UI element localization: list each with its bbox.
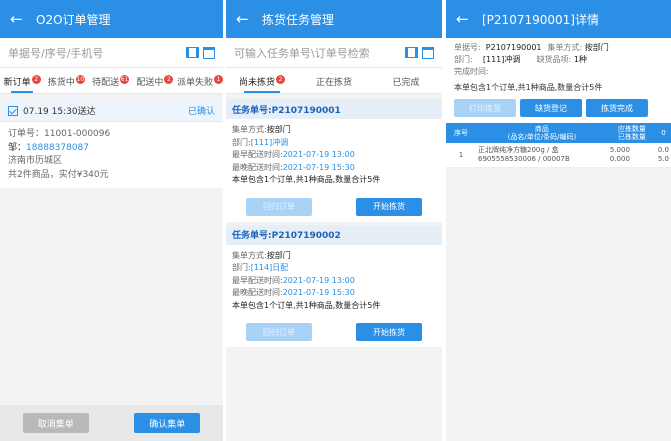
tab-badge: 2: [31, 75, 41, 84]
bottom-action-bar: 取消集单 确认集单: [0, 405, 223, 441]
task-summary: 本单包含1个订单,共1种商品,数量合计5件: [232, 300, 381, 310]
doc-number: P2107190001: [485, 43, 542, 52]
select-checkbox[interactable]: [8, 105, 18, 116]
lack-items: 1种: [573, 55, 587, 64]
confirm-collect-button[interactable]: 确认集单: [134, 413, 201, 433]
latest-time: 2021-07-19 15:30: [282, 162, 355, 172]
order-summary: 共2件商品，实付¥340元: [8, 169, 109, 180]
tab-dispatch-failed[interactable]: 派单失败 1: [177, 75, 223, 93]
order-card[interactable]: 订单号：11001-000096 邹：18888378087 济南市历城区 共2…: [0, 122, 223, 188]
task-number: 任务单号:P2107190002: [226, 224, 442, 245]
tab-not-picked[interactable]: 尚未拣货 2: [226, 75, 298, 93]
task-actions: 回归订单 开始拣货: [226, 317, 442, 347]
return-order-button[interactable]: 回归订单: [246, 197, 312, 216]
search-input[interactable]: 单据号/序号/手机号: [8, 45, 186, 61]
page-title: O2O订单管理: [36, 12, 111, 27]
search-input[interactable]: 可输入任务单号\订单号检索: [234, 45, 405, 61]
scan-icon[interactable]: [405, 46, 418, 58]
start-picking-button[interactable]: 开始拣货: [356, 197, 422, 216]
contact-name: 邹：: [8, 142, 27, 153]
order-tabs: 新订单 2 拣货中 10 待配送 61 配送中 2 派单失败 1: [0, 68, 223, 94]
detail-info: 单据号: P2107190001 集单方式: 按部门 部门: [111]冲调 缺货…: [446, 38, 671, 82]
tab-badge: 2: [164, 75, 174, 84]
start-picking-button[interactable]: 开始拣货: [356, 323, 422, 341]
earliest-time: 2021-07-19 13:00: [282, 150, 355, 159]
collect-mode: 按部门: [266, 125, 291, 134]
task-details: 集单方式:按部门 部门:[111]冲调 最早配送时间:2021-07-19 13…: [226, 119, 442, 192]
col-qty: 应拣数量 已拣数量: [607, 123, 656, 143]
order-status: 已确认: [187, 107, 215, 117]
app-bar: ← 拣货任务管理: [226, 0, 442, 38]
app-bar: ← [P2107190001]详情: [446, 0, 671, 38]
tab-badge: 10: [75, 75, 85, 84]
table-header: 序号 商品 (品名/单位/条码/编码) 应拣数量 已拣数量 0: [446, 123, 671, 143]
tab-badge: 61: [120, 75, 130, 84]
detail-summary: 本单包含1个订单,共1种商品,数量合计5件: [446, 82, 671, 97]
tab-badge: 1: [214, 75, 223, 84]
tab-completed[interactable]: 已完成: [370, 75, 442, 93]
search-bar: 可输入任务单号\订单号检索: [226, 38, 442, 68]
task-card[interactable]: 任务单号:P2107190001 集单方式:按部门 部门:[111]冲调 最早配…: [226, 99, 442, 222]
tab-pending-delivery[interactable]: 待配送 61: [89, 75, 133, 93]
page-title: [P2107190001]详情: [482, 12, 599, 27]
address: 济南市历城区: [8, 156, 63, 166]
row-qty: 5.000 0.000: [607, 143, 656, 168]
calendar-icon[interactable]: [203, 46, 215, 59]
back-arrow-icon[interactable]: ←: [10, 11, 23, 27]
scan-icon[interactable]: [186, 46, 199, 58]
task-number: 任务单号:P2107190001: [226, 99, 442, 119]
phone-link[interactable]: 18888378087: [26, 143, 89, 153]
delivery-time: 07.19 15:30送达: [23, 107, 96, 117]
department: [111]冲调: [482, 55, 521, 64]
latest-time: 2021-07-19 15:30: [282, 288, 355, 297]
task-card[interactable]: 任务单号:P2107190002 集单方式:按部门 部门:[114]日配 最早配…: [226, 224, 442, 347]
order-manage-screen: ← O2O订单管理 单据号/序号/手机号 新订单 2 拣货中 10 待配送 61 配送…: [0, 0, 223, 441]
page-title: 拣货任务管理: [262, 12, 335, 27]
picking-complete-button[interactable]: 拣货完成: [586, 99, 648, 117]
back-arrow-icon[interactable]: ←: [236, 11, 249, 27]
calendar-icon[interactable]: [422, 46, 434, 59]
tab-delivering[interactable]: 配送中 2: [133, 75, 177, 93]
earliest-time: 2021-07-19 13:00: [282, 275, 355, 285]
back-arrow-icon[interactable]: ←: [456, 11, 469, 27]
tab-picking[interactable]: 拣货中 10: [44, 75, 88, 93]
row-extra: 0.0 5.0: [655, 143, 671, 168]
finish-time: 完成时间:: [454, 67, 489, 76]
task-summary: 本单包含1个订单,共1种商品,数量合计5件: [232, 175, 381, 184]
department: [111]冲调: [250, 137, 289, 147]
app-bar: ← O2O订单管理: [0, 0, 223, 38]
task-detail-screen: ← [P2107190001]详情 单据号: P2107190001 集单方式: …: [446, 0, 671, 441]
task-details: 集单方式:按部门 部门:[114]日配 最早配送时间:2021-07-19 13…: [226, 244, 442, 317]
task-tabs: 尚未拣货 2 正在拣货 已完成: [226, 68, 442, 94]
detail-actions: 打印拣货 缺货登记 拣货完成: [446, 97, 671, 123]
col-extra: 0: [655, 123, 671, 143]
order-card-header[interactable]: 07.19 15:30送达 已确认: [0, 100, 223, 122]
return-order-button[interactable]: 回归订单: [246, 323, 312, 341]
cancel-collect-button[interactable]: 取消集单: [22, 413, 89, 433]
order-number: 订单号：11001-000096: [8, 129, 111, 139]
row-index: 1: [446, 143, 476, 168]
shortage-register-button[interactable]: 缺货登记: [520, 99, 582, 117]
col-goods: 商品 (品名/单位/条码/编码): [476, 123, 608, 143]
tab-new-order[interactable]: 新订单 2: [0, 75, 44, 93]
collect-mode: 按部门: [584, 43, 609, 52]
department: [114]日配: [250, 263, 289, 272]
search-bar: 单据号/序号/手机号: [0, 38, 223, 68]
col-index: 序号: [446, 123, 476, 143]
row-goods: 正北牌纯净方糖200g / 盒 6905558530006 / 00007B: [476, 143, 608, 168]
tab-badge: 2: [276, 75, 285, 84]
goods-table: 序号 商品 (品名/单位/条码/编码) 应拣数量 已拣数量 0 1 正北牌纯净方糖2…: [446, 123, 671, 168]
collect-mode: 按部门: [266, 250, 291, 260]
table-row[interactable]: 1 正北牌纯净方糖200g / 盒 6905558530006 / 00007B …: [446, 143, 671, 168]
picking-task-screen: ← 拣货任务管理 可输入任务单号\订单号检索 尚未拣货 2 正在拣货 已完成 任务…: [226, 0, 442, 441]
print-picking-button[interactable]: 打印拣货: [454, 99, 516, 117]
task-actions: 回归订单 开始拣货: [226, 191, 442, 222]
tab-picking-now[interactable]: 正在拣货: [298, 75, 370, 93]
